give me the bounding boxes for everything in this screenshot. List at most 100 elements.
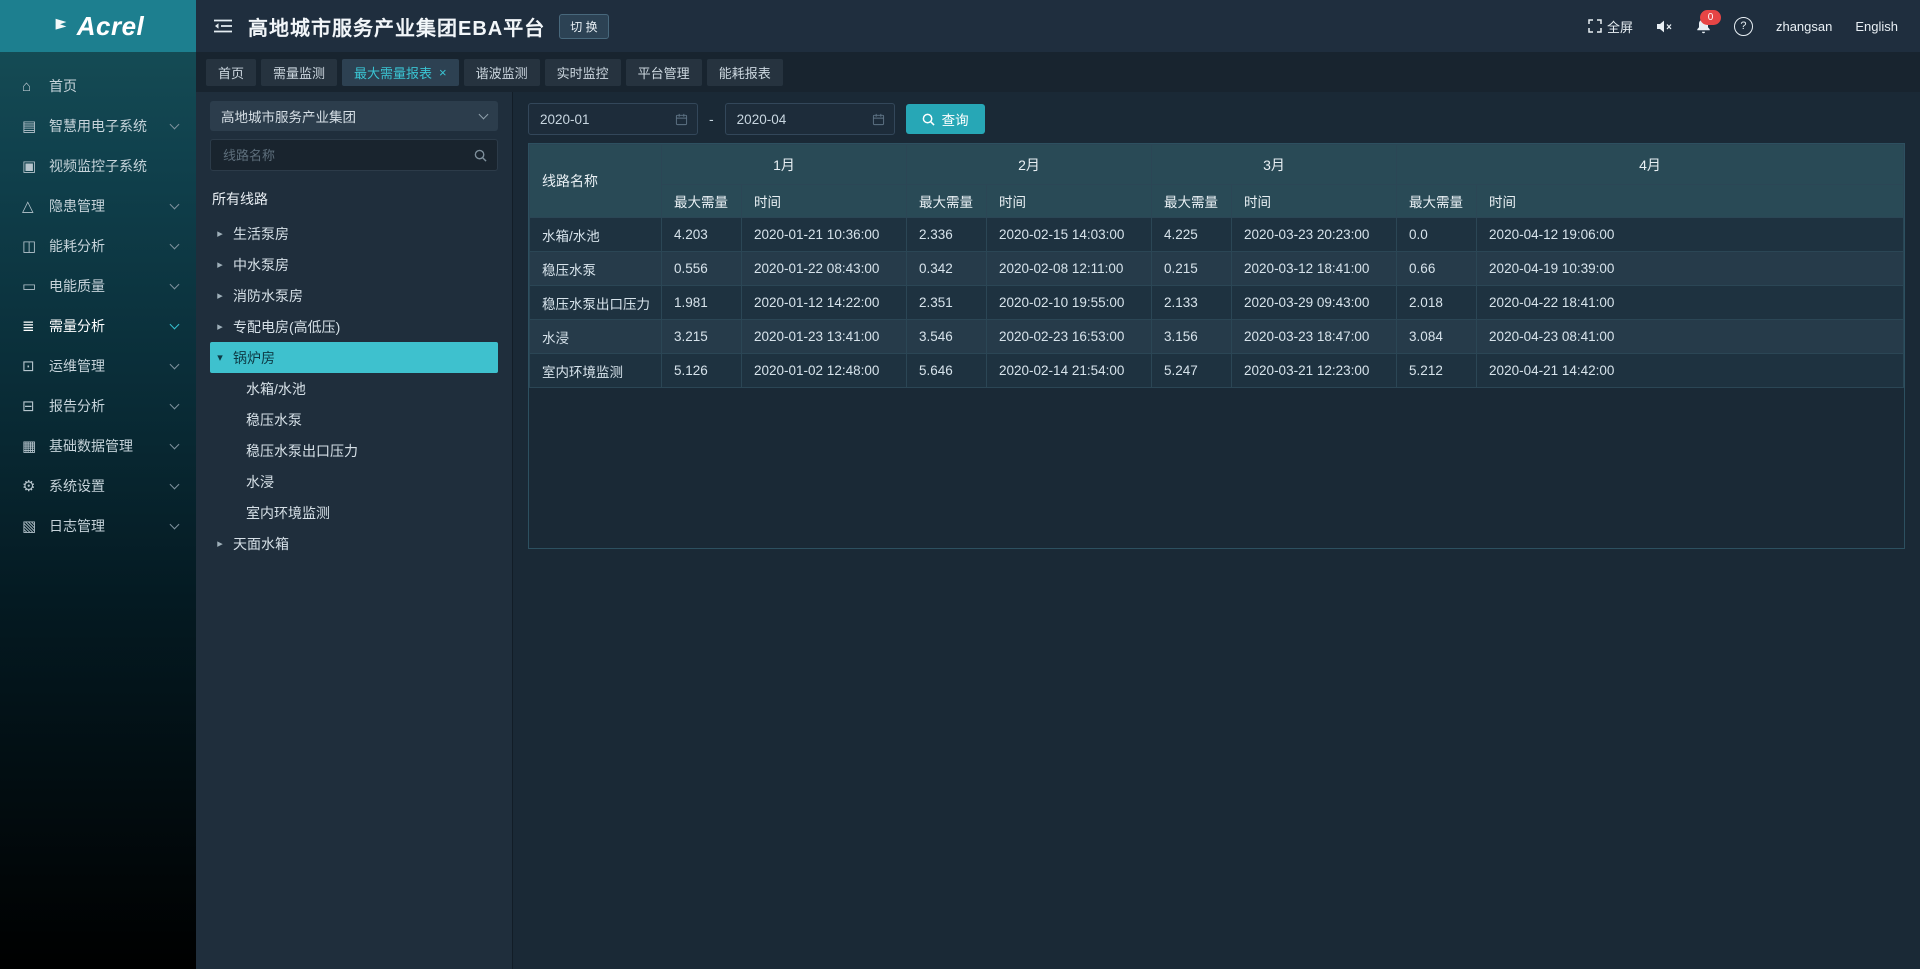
sidebar-item-settings[interactable]: ⚙ 系统设置 <box>0 466 196 506</box>
tree-leaf-pressure-pump[interactable]: 稳压水泵 <box>210 404 498 435</box>
column-header-month: 4月 <box>1397 145 1904 185</box>
cell-max-demand: 2.351 <box>907 286 987 320</box>
meter-icon: ◫ <box>22 237 49 255</box>
table-month-header-row: 线路名称 1月 2月 3月 4月 <box>530 145 1904 185</box>
switch-button[interactable]: 切 换 <box>559 14 608 39</box>
sidebar-item-hazard[interactable]: △ 隐患管理 <box>0 186 196 226</box>
tab-harmonic-monitor[interactable]: 谐波监测 <box>464 59 540 86</box>
header-actions: 全屏 0 ? zhangsan English <box>1588 17 1898 36</box>
sidebar-item-label: 能耗分析 <box>49 236 171 256</box>
sidebar-item-home[interactable]: ⌂ 首页 <box>0 66 196 106</box>
sidebar-item-energy-analysis[interactable]: ◫ 能耗分析 <box>0 226 196 266</box>
line-search-input[interactable] <box>221 147 474 164</box>
sidebar-item-label: 首页 <box>49 76 178 96</box>
cell-time: 2020-04-23 08:41:00 <box>1477 320 1904 354</box>
mute-button[interactable] <box>1656 19 1673 34</box>
tab-label: 平台管理 <box>638 63 690 82</box>
max-demand-table: 线路名称 1月 2月 3月 4月 最大需量 时间 最大需量 时间 <box>529 144 1904 388</box>
tab-max-demand-report[interactable]: 最大需量报表 × <box>342 59 459 86</box>
cell-max-demand: 0.342 <box>907 252 987 286</box>
chevron-down-icon <box>170 200 180 210</box>
sidebar-item-power-quality[interactable]: ▭ 电能质量 <box>0 266 196 306</box>
cell-time: 2020-04-12 19:06:00 <box>1477 218 1904 252</box>
sidebar-item-label: 智慧用电子系统 <box>49 116 171 136</box>
tree-node-fire-pump[interactable]: ▸ 消防水泵房 <box>210 280 498 311</box>
query-button[interactable]: 查询 <box>906 104 985 134</box>
tree-node-label: 锅炉房 <box>233 348 275 368</box>
column-header-max-demand: 最大需量 <box>1397 185 1477 218</box>
page-title: 高地城市服务产业集团EBA平台 <box>248 12 545 41</box>
tree-node-life-pump[interactable]: ▸ 生活泵房 <box>210 218 498 249</box>
language-switch[interactable]: English <box>1855 19 1898 34</box>
cell-max-demand: 4.203 <box>662 218 742 252</box>
tree-root-all-lines[interactable]: 所有线路 <box>210 184 498 218</box>
tree-leaf-pump-outlet-pressure[interactable]: 稳压水泵出口压力 <box>210 435 498 466</box>
tree-node-label: 专配电房(高低压) <box>233 317 340 337</box>
tree-expand-icon[interactable]: ▸ <box>215 227 225 240</box>
column-header-time: 时间 <box>742 185 907 218</box>
tree-node-substation[interactable]: ▸ 专配电房(高低压) <box>210 311 498 342</box>
sidebar-item-label: 基础数据管理 <box>49 436 171 456</box>
cell-max-demand: 5.646 <box>907 354 987 388</box>
tab-close-icon[interactable]: × <box>439 66 447 79</box>
table-row: 稳压水泵 0.556 2020-01-22 08:43:00 0.342 202… <box>530 252 1904 286</box>
list-icon: ≣ <box>22 317 49 335</box>
tab-platform-mgmt[interactable]: 平台管理 <box>626 59 702 86</box>
tree-node-label: 水浸 <box>246 472 274 492</box>
cell-time: 2020-04-21 14:42:00 <box>1477 354 1904 388</box>
chevron-down-icon <box>170 360 180 370</box>
sidebar-item-smart-power[interactable]: ▤ 智慧用电子系统 <box>0 106 196 146</box>
start-date-input[interactable] <box>538 111 675 128</box>
start-date-picker[interactable] <box>528 103 698 135</box>
tree-node-reclaimed-pump[interactable]: ▸ 中水泵房 <box>210 249 498 280</box>
end-date-input[interactable] <box>735 111 872 128</box>
fullscreen-button[interactable]: 全屏 <box>1588 17 1633 36</box>
report-panel: - 查询 <box>513 92 1920 969</box>
menu-collapse-icon[interactable] <box>214 19 232 33</box>
end-date-picker[interactable] <box>725 103 895 135</box>
help-button[interactable]: ? <box>1734 17 1753 36</box>
sidebar-item-video-monitor[interactable]: ▣ 视频监控子系统 <box>0 146 196 186</box>
tab-label: 实时监控 <box>557 63 609 82</box>
cell-max-demand: 2.018 <box>1397 286 1477 320</box>
tree-node-roof-tank[interactable]: ▸ 天面水箱 <box>210 528 498 559</box>
user-menu[interactable]: zhangsan <box>1776 19 1832 34</box>
tree-expand-icon[interactable]: ▸ <box>215 537 225 550</box>
notifications-button[interactable]: 0 <box>1696 18 1711 35</box>
sidebar-item-report-analysis[interactable]: ⊟ 报告分析 <box>0 386 196 426</box>
tree-leaf-water-tank[interactable]: 水箱/水池 <box>210 373 498 404</box>
sidebar-item-demand-analysis[interactable]: ≣ 需量分析 <box>0 306 196 346</box>
org-select[interactable]: 高地城市服务产业集团 <box>210 101 498 131</box>
tree-collapse-icon[interactable]: ▾ <box>215 351 225 364</box>
tree-expand-icon[interactable]: ▸ <box>215 258 225 271</box>
sidebar-item-label: 报告分析 <box>49 396 171 416</box>
sidebar-item-logs[interactable]: ▧ 日志管理 <box>0 506 196 546</box>
column-header-time: 时间 <box>1477 185 1904 218</box>
tree-leaf-indoor-env[interactable]: 室内环境监测 <box>210 497 498 528</box>
search-icon <box>474 149 487 162</box>
line-search-box <box>210 139 498 171</box>
cell-time: 2020-03-21 12:23:00 <box>1232 354 1397 388</box>
sidebar-item-label: 隐患管理 <box>49 196 171 216</box>
content-area: 高地城市服务产业集团 所有线路 ▸ 生活泵房 ▸ 中水泵房 ▸ <box>196 92 1920 969</box>
cell-time: 2020-03-23 18:47:00 <box>1232 320 1397 354</box>
sidebar-item-basic-data[interactable]: ▦ 基础数据管理 <box>0 426 196 466</box>
tab-home[interactable]: 首页 <box>206 59 256 86</box>
speaker-muted-icon <box>1656 19 1673 34</box>
tree-node-label: 生活泵房 <box>233 224 289 244</box>
fullscreen-icon <box>1588 19 1602 33</box>
tree-node-boiler-room[interactable]: ▾ 锅炉房 <box>210 342 498 373</box>
tab-energy-report[interactable]: 能耗报表 <box>707 59 783 86</box>
tree-expand-icon[interactable]: ▸ <box>215 289 225 302</box>
tree-node-label: 水箱/水池 <box>246 379 306 399</box>
tree-leaf-water-leak[interactable]: 水浸 <box>210 466 498 497</box>
tree-expand-icon[interactable]: ▸ <box>215 320 225 333</box>
line-tree-panel: 高地城市服务产业集团 所有线路 ▸ 生活泵房 ▸ 中水泵房 ▸ <box>196 92 513 969</box>
org-select-value: 高地城市服务产业集团 <box>221 106 356 126</box>
tab-label: 首页 <box>218 63 244 82</box>
tab-realtime-monitor[interactable]: 实时监控 <box>545 59 621 86</box>
sidebar-item-label: 视频监控子系统 <box>49 156 178 176</box>
tab-demand-monitor[interactable]: 需量监测 <box>261 59 337 86</box>
sidebar-item-ops-management[interactable]: ⊡ 运维管理 <box>0 346 196 386</box>
cell-max-demand: 0.215 <box>1152 252 1232 286</box>
